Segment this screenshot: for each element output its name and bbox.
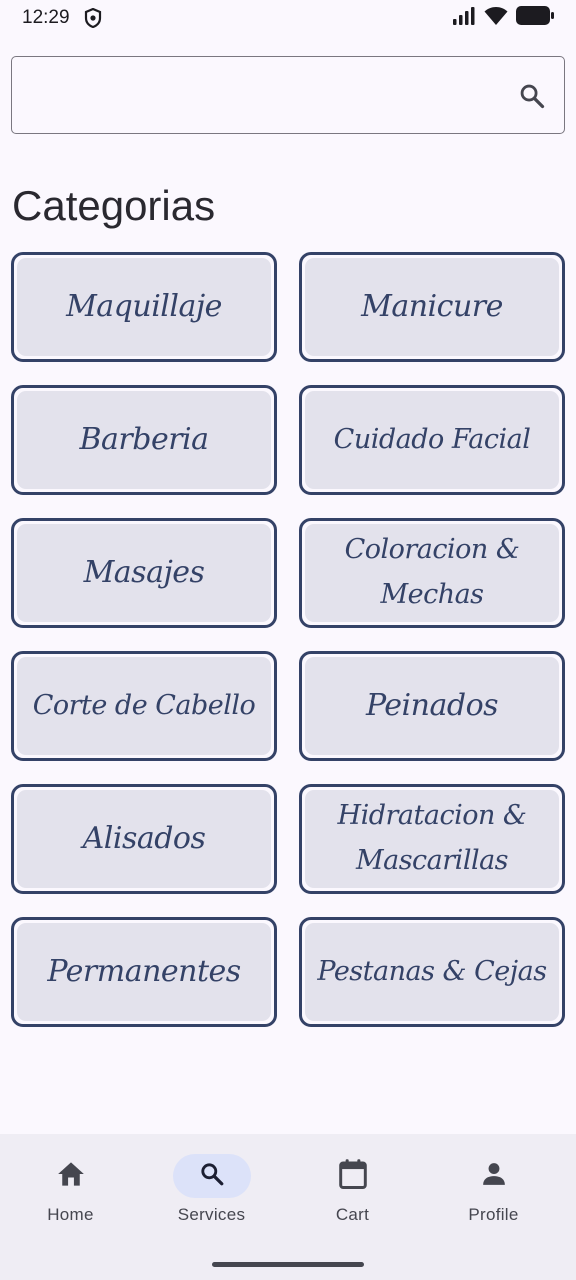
category-label: Pestanas & Cejas	[317, 955, 547, 987]
category-label: Manicure	[361, 289, 503, 324]
status-bar: 12:29	[0, 0, 576, 36]
active-indicator	[172, 1154, 251, 1198]
category-label: Corte de Cabello	[32, 689, 256, 721]
nav-item-profile[interactable]: Profile	[423, 1134, 564, 1244]
wifi-icon	[484, 6, 508, 30]
category-label: Cuidado Facial	[333, 423, 531, 455]
category-label: Coloracion & Mechas	[344, 534, 520, 610]
screen: 12:29 Categorias Maquillaje Manicure Bar…	[0, 0, 576, 1280]
category-card-coloracion-mechas[interactable]: Coloracion & Mechas	[299, 518, 565, 628]
nav-item-home[interactable]: Home	[0, 1134, 141, 1244]
category-label: Permanentes	[47, 954, 241, 989]
category-card-barberia[interactable]: Barberia	[11, 385, 277, 495]
category-card-maquillaje[interactable]: Maquillaje	[11, 252, 277, 362]
search-box[interactable]	[11, 56, 565, 134]
nav-item-services[interactable]: Services	[141, 1134, 282, 1244]
calendar-icon	[338, 1158, 368, 1195]
category-label: Alisados	[82, 821, 206, 856]
category-label: Barberia	[79, 422, 209, 457]
nav-label: Services	[177, 1205, 246, 1224]
category-card-pestanas-cejas[interactable]: Pestanas & Cejas	[299, 917, 565, 1027]
section-title: Categorias	[12, 182, 216, 229]
search-icon[interactable]	[518, 82, 546, 110]
home-indicator[interactable]	[212, 1262, 364, 1267]
category-grid: Maquillaje Manicure Barberia Cuidado Fac…	[11, 252, 565, 1027]
search-input[interactable]	[26, 71, 496, 119]
person-icon	[481, 1161, 507, 1192]
category-card-cuidado-facial[interactable]: Cuidado Facial	[299, 385, 565, 495]
category-card-permanentes[interactable]: Permanentes	[11, 917, 277, 1027]
category-label: Hidratacion & Mascarillas	[337, 800, 527, 876]
nav-label: Home	[47, 1205, 94, 1224]
category-card-hidratacion-mascarillas[interactable]: Hidratacion & Mascarillas	[299, 784, 565, 894]
home-icon	[57, 1161, 85, 1192]
category-label: Peinados	[365, 688, 499, 723]
category-card-peinados[interactable]: Peinados	[299, 651, 565, 761]
signal-icon	[452, 6, 476, 30]
nav-label: Profile	[468, 1205, 519, 1224]
category-label: Masajes	[83, 555, 205, 590]
bottom-nav: Home Services Cart Profile	[0, 1134, 576, 1280]
status-indicators	[452, 6, 554, 30]
category-card-manicure[interactable]: Manicure	[299, 252, 565, 362]
category-card-corte-de-cabello[interactable]: Corte de Cabello	[11, 651, 277, 761]
shield-icon	[84, 8, 102, 28]
category-card-masajes[interactable]: Masajes	[11, 518, 277, 628]
search-icon	[199, 1161, 225, 1192]
nav-item-cart[interactable]: Cart	[282, 1134, 423, 1244]
nav-label: Cart	[335, 1205, 370, 1224]
category-label: Maquillaje	[66, 289, 222, 324]
battery-icon	[516, 6, 554, 30]
category-card-alisados[interactable]: Alisados	[11, 784, 277, 894]
status-time: 12:29	[22, 7, 70, 28]
